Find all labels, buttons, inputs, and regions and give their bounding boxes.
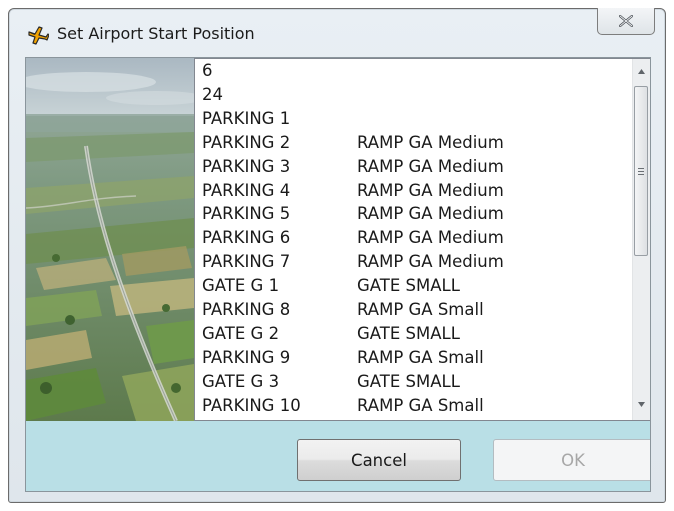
scroll-down-arrow-icon xyxy=(638,392,645,411)
list-item[interactable]: PARKING 4 RAMP GA Medium xyxy=(202,180,622,202)
start-position-list: 6 24 PARKING 1 PARKING 2 RAMP GA Medium PARKI… xyxy=(195,59,633,420)
position-type: RAMP GA Medium xyxy=(357,132,504,152)
scrollbar-thumb[interactable] xyxy=(634,86,648,256)
dialog-body: 6 24 PARKING 1 PARKING 2 RAMP GA Medium PARKI… xyxy=(25,57,651,492)
start-position-listbox[interactable]: 6 24 PARKING 1 PARKING 2 RAMP GA Medium PARKI… xyxy=(194,58,650,421)
list-item[interactable]: PARKING 9 RAMP GA Small xyxy=(202,347,622,369)
list-item[interactable]: PARKING 2 RAMP GA Medium xyxy=(202,132,622,154)
position-name: PARKING 10 xyxy=(202,395,301,415)
vertical-scrollbar[interactable] xyxy=(632,59,650,420)
position-type: RAMP GA Medium xyxy=(357,228,504,248)
position-name: GATE G 3 xyxy=(202,371,280,391)
position-name: PARKING 6 xyxy=(202,228,291,248)
aerial-landscape-image xyxy=(26,58,194,421)
position-name: PARKING 5 xyxy=(202,204,291,224)
list-item[interactable]: 6 xyxy=(202,60,622,82)
position-name: GATE G 2 xyxy=(202,323,280,343)
list-item[interactable]: PARKING 5 RAMP GA Medium xyxy=(202,203,622,225)
position-type: GATE SMALL xyxy=(357,371,460,391)
scroll-up-arrow-icon xyxy=(638,59,645,78)
list-item[interactable]: GATE G 3 GATE SMALL xyxy=(202,371,622,393)
position-name: PARKING 8 xyxy=(202,300,291,319)
position-name: PARKING 3 xyxy=(202,156,291,176)
position-name: 6 xyxy=(202,61,213,80)
position-type: RAMP GA Small xyxy=(357,347,484,367)
position-name: 24 xyxy=(202,84,223,104)
list-item[interactable]: PARKING 7 RAMP GA Medium xyxy=(202,251,622,273)
thumb-grip-icon xyxy=(638,167,644,175)
ok-button[interactable]: OK xyxy=(493,439,650,481)
airplane-icon xyxy=(27,25,50,45)
scroll-up-button[interactable] xyxy=(633,60,650,77)
set-airport-start-position-dialog: Set Airport Start Position 6 24 PARKING … xyxy=(8,8,666,503)
position-type: GATE SMALL xyxy=(357,323,460,343)
list-item[interactable]: PARKING 1 xyxy=(202,108,622,130)
scroll-down-button[interactable] xyxy=(633,393,650,410)
position-type: GATE SMALL xyxy=(357,276,460,296)
position-type: RAMP GA Medium xyxy=(357,204,504,224)
close-button[interactable] xyxy=(597,8,655,35)
window-title: Set Airport Start Position xyxy=(57,24,255,43)
position-type: RAMP GA Medium xyxy=(357,156,504,176)
position-type: RAMP GA Small xyxy=(357,300,484,319)
position-name: PARKING 9 xyxy=(202,347,291,367)
list-item[interactable]: PARKING 8 RAMP GA Small xyxy=(202,299,622,321)
list-item[interactable]: PARKING 10 RAMP GA Small xyxy=(202,395,622,417)
position-name: PARKING 1 xyxy=(202,108,291,128)
list-item[interactable]: PARKING 3 RAMP GA Medium xyxy=(202,156,622,178)
list-item[interactable]: GATE G 2 GATE SMALL xyxy=(202,323,622,345)
list-item[interactable]: GATE G 1 GATE SMALL xyxy=(202,275,622,297)
position-name: PARKING 4 xyxy=(202,180,291,200)
position-name: GATE G 1 xyxy=(202,276,280,296)
position-type: RAMP GA Medium xyxy=(357,252,504,272)
position-type: RAMP GA Small xyxy=(357,395,484,415)
list-item[interactable]: 24 xyxy=(202,84,622,106)
cancel-button[interactable]: Cancel xyxy=(297,439,461,481)
title-bar[interactable]: Set Airport Start Position xyxy=(9,8,665,57)
position-name: PARKING 7 xyxy=(202,252,291,272)
list-item[interactable]: PARKING 6 RAMP GA Medium xyxy=(202,227,622,249)
position-name: PARKING 2 xyxy=(202,132,291,152)
close-icon xyxy=(619,15,633,27)
position-type: RAMP GA Medium xyxy=(357,180,504,200)
